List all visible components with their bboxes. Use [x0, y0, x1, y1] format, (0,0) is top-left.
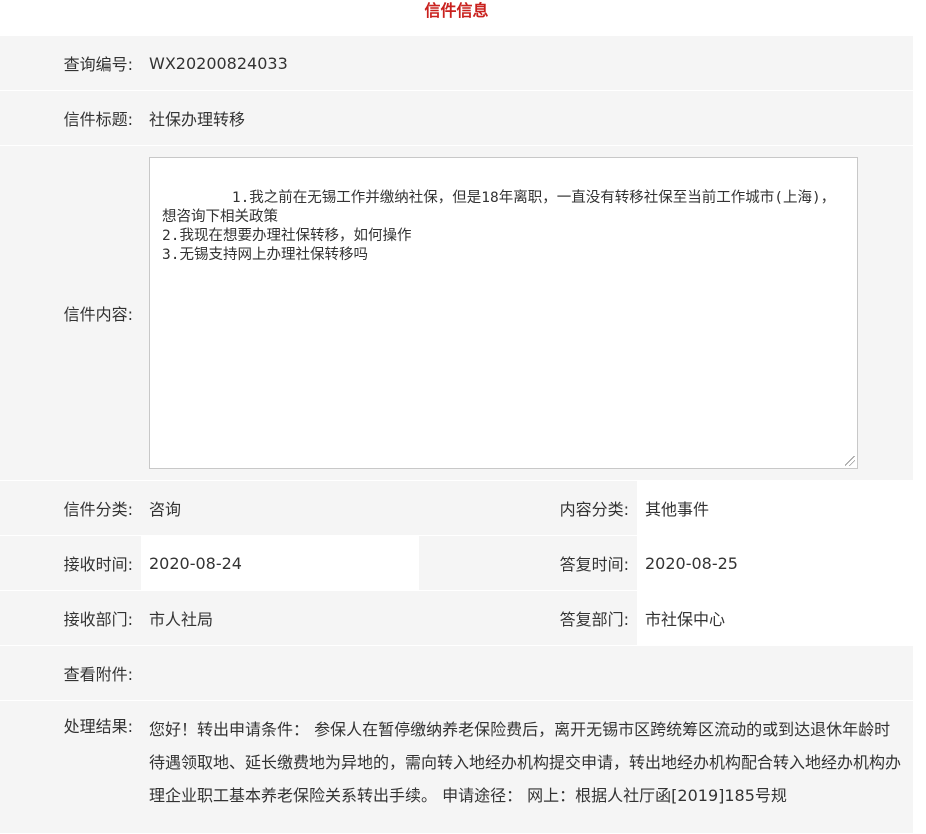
- result-label: 处理结果:: [0, 700, 141, 834]
- reply-time-label: 答复时间:: [419, 535, 637, 591]
- letter-content-label: 信件内容:: [0, 145, 141, 481]
- result-text: 您好！转出申请条件： 参保人在暂停缴纳养老保险费后，离开无锡市区跨统筹区流动的或…: [141, 700, 913, 834]
- letter-content-cell: 1.我之前在无锡工作并缴纳社保，但是18年离职，一直没有转移社保至当前工作城市(…: [141, 145, 913, 481]
- department-row: 接收部门: 市人社局 答复部门: 市社保中心: [0, 590, 913, 646]
- reply-dept-value: 市社保中心: [637, 590, 913, 646]
- receive-dept-value: 市人社局: [141, 590, 419, 646]
- content-category-label: 内容分类:: [419, 480, 637, 536]
- time-row: 接收时间: 2020-08-24 答复时间: 2020-08-25: [0, 535, 913, 591]
- letter-content-textarea[interactable]: 1.我之前在无锡工作并缴纳社保，但是18年离职，一直没有转移社保至当前工作城市(…: [149, 157, 858, 469]
- letter-title-value: 社保办理转移: [141, 90, 913, 146]
- attachment-row: 查看附件:: [0, 645, 913, 701]
- letter-info-table: 查询编号: WX20200824033 信件标题: 社保办理转移 信件内容: 1…: [0, 35, 913, 834]
- result-row: 处理结果: 您好！转出申请条件： 参保人在暂停缴纳养老保险费后，离开无锡市区跨统…: [0, 700, 913, 834]
- category-label: 信件分类:: [0, 480, 141, 536]
- reply-time-value: 2020-08-25: [637, 535, 913, 591]
- query-no-row: 查询编号: WX20200824033: [0, 35, 913, 91]
- letter-content-text: 1.我之前在无锡工作并缴纳社保，但是18年离职，一直没有转移社保至当前工作城市(…: [162, 190, 836, 263]
- category-row: 信件分类: 咨询 内容分类: 其他事件: [0, 480, 913, 536]
- receive-time-label: 接收时间:: [0, 535, 141, 591]
- receive-time-value: 2020-08-24: [141, 535, 419, 591]
- category-value: 咨询: [141, 480, 419, 536]
- content-category-value: 其他事件: [637, 480, 913, 536]
- letter-title-label: 信件标题:: [0, 90, 141, 146]
- attachment-label: 查看附件:: [0, 645, 141, 701]
- query-no-label: 查询编号:: [0, 35, 141, 91]
- page-title: 信件信息: [424, 1, 489, 20]
- attachment-value: [141, 645, 913, 701]
- receive-dept-label: 接收部门:: [0, 590, 141, 646]
- letter-content-row: 信件内容: 1.我之前在无锡工作并缴纳社保，但是18年离职，一直没有转移社保至当…: [0, 145, 913, 481]
- letter-title-row: 信件标题: 社保办理转移: [0, 90, 913, 146]
- query-no-value: WX20200824033: [141, 35, 913, 91]
- resize-handle-icon[interactable]: [845, 456, 855, 466]
- reply-dept-label: 答复部门:: [419, 590, 637, 646]
